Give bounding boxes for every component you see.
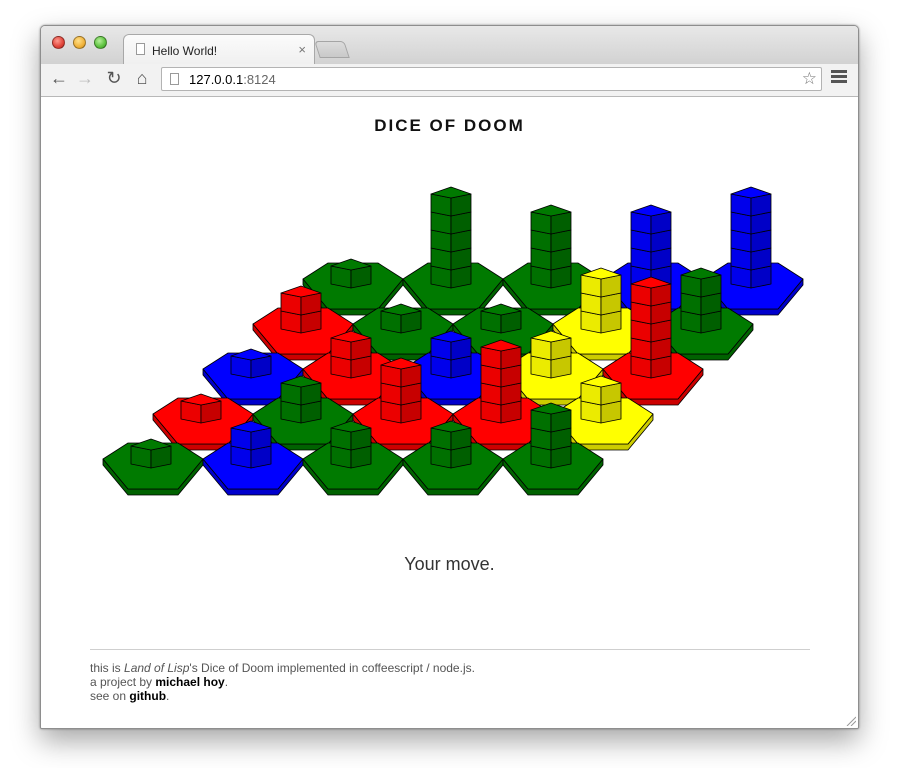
status-message: Your move.: [404, 554, 495, 574]
die: [430, 186, 472, 217]
book-title: Land of Lisp: [124, 661, 190, 675]
browser-toolbar: ← → ↻ ⌂ 127.0.0.1:8124 ☆: [41, 64, 858, 97]
bookmark-star-icon[interactable]: ☆: [802, 69, 817, 89]
tab-active[interactable]: Hello World! ×: [123, 34, 315, 64]
address-bar[interactable]: 127.0.0.1:8124 ☆: [161, 67, 822, 91]
game-board[interactable]: [41, 97, 858, 537]
resize-grip-icon[interactable]: [846, 716, 856, 726]
divider: [90, 649, 810, 650]
tab-title: Hello World!: [152, 44, 218, 58]
new-tab-button[interactable]: [314, 41, 350, 58]
tab-close-icon[interactable]: ×: [298, 42, 306, 57]
footer-line-1: this is Land of Lisp's Dice of Doom impl…: [90, 661, 475, 675]
reload-icon[interactable]: ↻: [103, 68, 125, 89]
back-arrow-icon[interactable]: ←: [48, 68, 70, 89]
close-window-button[interactable]: [52, 36, 65, 49]
tab-strip: Hello World! ×: [41, 26, 858, 64]
die: [530, 204, 572, 235]
url-port: :8124: [243, 72, 276, 87]
footer: this is Land of Lisp's Dice of Doom impl…: [90, 661, 475, 703]
url-text: 127.0.0.1:8124: [189, 72, 276, 87]
browser-window: Hello World! × ← → ↻ ⌂ 127.0.0.1:8124 ☆ …: [40, 25, 859, 729]
footer-line-2: a project by michael hoy.: [90, 675, 229, 689]
minimize-window-button[interactable]: [73, 36, 86, 49]
page-icon: [136, 43, 145, 55]
footer-line-3: see on github.: [90, 689, 170, 703]
page-icon: [170, 73, 179, 85]
forward-arrow-icon[interactable]: →: [74, 68, 96, 89]
die: [730, 186, 772, 217]
zoom-window-button[interactable]: [94, 36, 107, 49]
die: [630, 204, 672, 235]
menu-icon[interactable]: [831, 70, 847, 85]
url-host: 127.0.0.1: [189, 72, 244, 87]
home-icon[interactable]: ⌂: [131, 68, 153, 89]
github-link[interactable]: github: [129, 689, 166, 703]
page-content: DICE OF DOOM Your move. this is Land of …: [41, 97, 858, 728]
author-link[interactable]: michael hoy: [155, 675, 224, 689]
hex-cell[interactable]: [402, 186, 504, 316]
